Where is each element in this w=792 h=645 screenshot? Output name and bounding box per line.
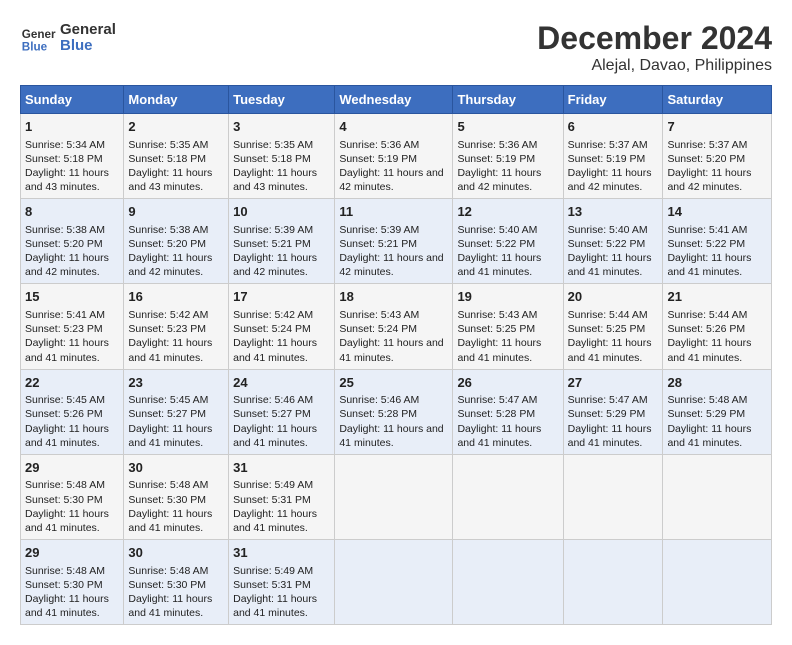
calendar-cell: 17Sunrise: 5:42 AMSunset: 5:24 PMDayligh… — [229, 284, 335, 369]
calendar-table: Sunday Monday Tuesday Wednesday Thursday… — [20, 85, 772, 625]
logo-blue: Blue — [60, 38, 93, 55]
calendar-week-3: 15Sunrise: 5:41 AMSunset: 5:23 PMDayligh… — [21, 284, 772, 369]
calendar-cell: 12Sunrise: 5:40 AMSunset: 5:22 PMDayligh… — [453, 199, 563, 284]
title-block: December 2024 Alejal, Davao, Philippines — [537, 20, 772, 75]
logo-general: General — [60, 22, 116, 39]
calendar-cell: 3Sunrise: 5:35 AMSunset: 5:18 PMDaylight… — [229, 114, 335, 199]
calendar-cell — [663, 540, 772, 625]
logo: General Blue General Blue — [20, 20, 116, 56]
calendar-week-2: 8Sunrise: 5:38 AMSunset: 5:20 PMDaylight… — [21, 199, 772, 284]
calendar-cell: 30Sunrise: 5:48 AMSunset: 5:30 PMDayligh… — [124, 454, 229, 539]
calendar-cell: 13Sunrise: 5:40 AMSunset: 5:22 PMDayligh… — [563, 199, 663, 284]
calendar-cell: 23Sunrise: 5:45 AMSunset: 5:27 PMDayligh… — [124, 369, 229, 454]
calendar-cell — [453, 454, 563, 539]
page-header: General Blue General Blue December 2024 … — [20, 20, 772, 75]
calendar-cell: 29Sunrise: 5:48 AMSunset: 5:30 PMDayligh… — [21, 454, 124, 539]
calendar-cell: 26Sunrise: 5:47 AMSunset: 5:28 PMDayligh… — [453, 369, 563, 454]
calendar-cell: 9Sunrise: 5:38 AMSunset: 5:20 PMDaylight… — [124, 199, 229, 284]
calendar-cell — [563, 540, 663, 625]
logo-icon: General Blue — [20, 20, 56, 56]
calendar-cell: 14Sunrise: 5:41 AMSunset: 5:22 PMDayligh… — [663, 199, 772, 284]
calendar-cell: 6Sunrise: 5:37 AMSunset: 5:19 PMDaylight… — [563, 114, 663, 199]
calendar-cell: 11Sunrise: 5:39 AMSunset: 5:21 PMDayligh… — [335, 199, 453, 284]
calendar-cell: 24Sunrise: 5:46 AMSunset: 5:27 PMDayligh… — [229, 369, 335, 454]
calendar-cell — [335, 540, 453, 625]
calendar-cell: 31Sunrise: 5:49 AMSunset: 5:31 PMDayligh… — [229, 540, 335, 625]
calendar-subtitle: Alejal, Davao, Philippines — [537, 57, 772, 75]
col-friday: Friday — [563, 86, 663, 114]
svg-text:Blue: Blue — [22, 41, 48, 54]
calendar-cell: 30Sunrise: 5:48 AMSunset: 5:30 PMDayligh… — [124, 540, 229, 625]
calendar-cell: 21Sunrise: 5:44 AMSunset: 5:26 PMDayligh… — [663, 284, 772, 369]
calendar-cell: 28Sunrise: 5:48 AMSunset: 5:29 PMDayligh… — [663, 369, 772, 454]
calendar-cell: 4Sunrise: 5:36 AMSunset: 5:19 PMDaylight… — [335, 114, 453, 199]
col-tuesday: Tuesday — [229, 86, 335, 114]
col-saturday: Saturday — [663, 86, 772, 114]
calendar-cell: 31Sunrise: 5:49 AMSunset: 5:31 PMDayligh… — [229, 454, 335, 539]
calendar-cell: 20Sunrise: 5:44 AMSunset: 5:25 PMDayligh… — [563, 284, 663, 369]
calendar-cell — [335, 454, 453, 539]
calendar-cell: 25Sunrise: 5:46 AMSunset: 5:28 PMDayligh… — [335, 369, 453, 454]
calendar-week-5: 29Sunrise: 5:48 AMSunset: 5:30 PMDayligh… — [21, 454, 772, 539]
calendar-cell: 2Sunrise: 5:35 AMSunset: 5:18 PMDaylight… — [124, 114, 229, 199]
calendar-cell: 15Sunrise: 5:41 AMSunset: 5:23 PMDayligh… — [21, 284, 124, 369]
calendar-cell: 16Sunrise: 5:42 AMSunset: 5:23 PMDayligh… — [124, 284, 229, 369]
calendar-cell: 22Sunrise: 5:45 AMSunset: 5:26 PMDayligh… — [21, 369, 124, 454]
calendar-cell: 1Sunrise: 5:34 AMSunset: 5:18 PMDaylight… — [21, 114, 124, 199]
calendar-title: December 2024 — [537, 20, 772, 57]
calendar-cell — [563, 454, 663, 539]
calendar-cell: 10Sunrise: 5:39 AMSunset: 5:21 PMDayligh… — [229, 199, 335, 284]
calendar-cell: 19Sunrise: 5:43 AMSunset: 5:25 PMDayligh… — [453, 284, 563, 369]
calendar-cell: 8Sunrise: 5:38 AMSunset: 5:20 PMDaylight… — [21, 199, 124, 284]
calendar-cell — [453, 540, 563, 625]
calendar-week-6: 29Sunrise: 5:48 AMSunset: 5:30 PMDayligh… — [21, 540, 772, 625]
calendar-cell: 18Sunrise: 5:43 AMSunset: 5:24 PMDayligh… — [335, 284, 453, 369]
calendar-cell: 27Sunrise: 5:47 AMSunset: 5:29 PMDayligh… — [563, 369, 663, 454]
col-wednesday: Wednesday — [335, 86, 453, 114]
calendar-week-1: 1Sunrise: 5:34 AMSunset: 5:18 PMDaylight… — [21, 114, 772, 199]
col-monday: Monday — [124, 86, 229, 114]
svg-text:General: General — [22, 28, 56, 41]
calendar-cell: 5Sunrise: 5:36 AMSunset: 5:19 PMDaylight… — [453, 114, 563, 199]
calendar-cell: 7Sunrise: 5:37 AMSunset: 5:20 PMDaylight… — [663, 114, 772, 199]
col-sunday: Sunday — [21, 86, 124, 114]
calendar-week-4: 22Sunrise: 5:45 AMSunset: 5:26 PMDayligh… — [21, 369, 772, 454]
calendar-cell — [663, 454, 772, 539]
calendar-header-row: Sunday Monday Tuesday Wednesday Thursday… — [21, 86, 772, 114]
calendar-cell: 29Sunrise: 5:48 AMSunset: 5:30 PMDayligh… — [21, 540, 124, 625]
col-thursday: Thursday — [453, 86, 563, 114]
